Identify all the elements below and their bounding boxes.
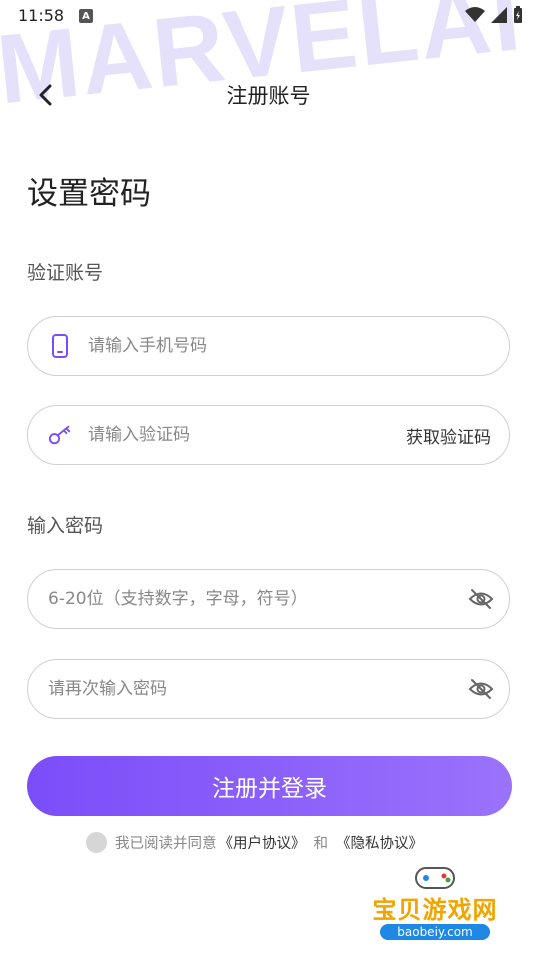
password-input[interactable] — [46, 588, 467, 610]
eye-off-icon[interactable] — [467, 585, 495, 613]
password-field[interactable] — [27, 569, 510, 629]
agreement-and: 和 — [313, 836, 329, 852]
verify-section-label: 验证账号 — [27, 262, 104, 284]
agreement-row: 我已阅读并同意 《用户协议》 和 《隐私协议》 — [86, 832, 425, 853]
key-icon — [48, 423, 72, 447]
gamepad-icon — [415, 867, 455, 889]
code-field[interactable]: 获取验证码 — [27, 405, 510, 465]
password-section-label: 输入密码 — [27, 515, 104, 537]
agreement-prefix: 我已阅读并同意 — [115, 836, 217, 852]
status-icons — [465, 6, 523, 24]
eye-off-icon[interactable] — [467, 675, 495, 703]
confirm-password-field[interactable] — [27, 659, 510, 719]
agree-checkbox[interactable] — [86, 832, 107, 853]
code-input[interactable] — [86, 424, 406, 446]
wifi-icon — [465, 7, 485, 22]
status-time: 11:58 — [18, 6, 65, 25]
logo-url: baobeiy.com — [380, 924, 490, 940]
notification-icon: A — [79, 9, 93, 23]
user-agreement-link[interactable]: 《用户协议》 — [219, 832, 306, 853]
phone-input[interactable] — [86, 335, 509, 357]
confirm-password-input[interactable] — [46, 678, 467, 700]
signal-icon — [491, 7, 507, 23]
battery-icon — [514, 6, 522, 23]
privacy-agreement-link[interactable]: 《隐私协议》 — [336, 832, 423, 853]
corner-logo: 宝贝游戏网 baobeiy.com — [360, 860, 510, 950]
header-title: 注册账号 — [226, 84, 311, 108]
phone-field[interactable] — [27, 316, 510, 376]
get-code-button[interactable]: 获取验证码 — [406, 423, 491, 448]
logo-name: 宝贝游戏网 — [372, 896, 498, 924]
register-login-button[interactable]: 注册并登录 — [27, 756, 512, 816]
phone-icon — [48, 334, 72, 358]
page-title: 设置密码 — [27, 176, 151, 212]
